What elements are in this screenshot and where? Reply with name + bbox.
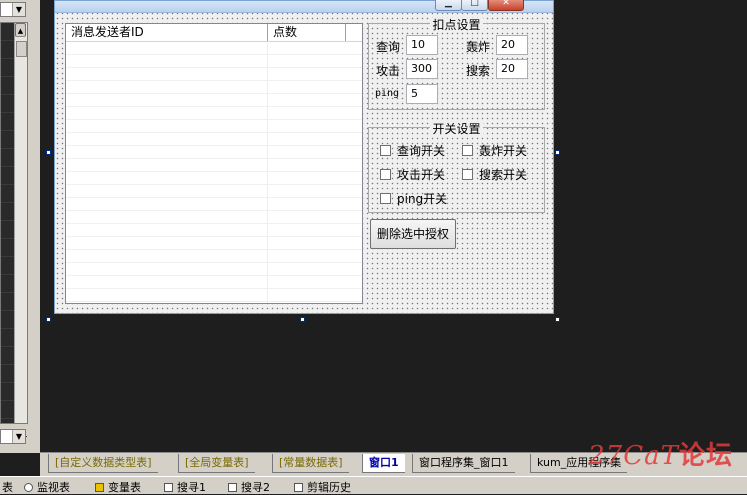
search-icon	[164, 482, 173, 492]
group-title: 扣点设置	[430, 18, 483, 32]
query-switch-checkbox[interactable]: 查询开关	[380, 142, 445, 159]
list-scrollbar[interactable]: ▲	[14, 23, 27, 423]
authorization-listview[interactable]: 消息发送者ID 点数	[65, 23, 363, 304]
resize-handle[interactable]	[46, 317, 51, 322]
resize-handle[interactable]	[300, 317, 305, 322]
checkbox-label: 攻击开关	[397, 168, 446, 182]
search-label: 搜索	[466, 64, 491, 78]
column-header-sender-id[interactable]: 消息发送者ID	[66, 24, 268, 41]
group-title: 开关设置	[430, 122, 483, 136]
watermark-logo: 27CaT论坛	[588, 441, 733, 471]
bomb-cost-input[interactable]: 20	[496, 35, 528, 55]
column-header-points[interactable]: 点数	[268, 24, 346, 41]
listview-body	[66, 42, 362, 303]
checkbox-label: 轰炸开关	[479, 144, 528, 158]
scroll-up-icon[interactable]: ▲	[15, 23, 26, 37]
tab-custom-types[interactable]: [自定义数据类型表]	[48, 454, 158, 473]
resize-handle[interactable]	[555, 317, 560, 322]
resize-handle[interactable]	[46, 150, 51, 155]
bomb-label: 轰炸	[466, 40, 491, 54]
checkbox-icon	[462, 145, 473, 156]
checkbox-icon	[380, 145, 391, 156]
scroll-thumb[interactable]	[16, 41, 27, 57]
query-label: 查询	[376, 40, 401, 54]
checkbox-icon	[380, 169, 391, 180]
tab-constants[interactable]: [常量数据表]	[272, 454, 349, 473]
search-switch-checkbox[interactable]: 搜索开关	[462, 166, 527, 183]
checkbox-label: ping开关	[397, 192, 448, 206]
ping-switch-checkbox[interactable]: ping开关	[380, 190, 447, 207]
attack-switch-checkbox[interactable]: 攻击开关	[380, 166, 445, 183]
left-tool-panel: ▼ ▲ ▼	[0, 0, 40, 453]
watch-icon	[24, 482, 33, 492]
ping-label: ping	[375, 88, 400, 99]
deduct-settings-group: 扣点设置 查询 10 轰炸 20 攻击 300 搜索 20 ping 5	[368, 18, 545, 110]
search-icon	[228, 482, 237, 492]
design-window[interactable]: ▁ □ ✕ 消息发送者ID 点数 扣点设置 查询 10 轰炸 20 攻击 300…	[54, 0, 554, 314]
switch-settings-group: 开关设置 查询开关 轰炸开关 攻击开关 搜索开关 ping开关	[368, 122, 545, 213]
checkbox-label: 查询开关	[397, 144, 446, 158]
attack-cost-input[interactable]: 300	[406, 59, 438, 79]
listview-header: 消息发送者ID 点数	[66, 24, 362, 42]
top-dropdown[interactable]: ▼	[0, 2, 26, 17]
chevron-down-icon: ▼	[12, 3, 25, 16]
tab-window1[interactable]: 窗口1	[362, 454, 405, 473]
checkbox-icon	[462, 169, 473, 180]
close-button[interactable]: ✕	[488, 0, 524, 11]
tab-window1-program-set[interactable]: 窗口程序集_窗口1	[412, 454, 515, 473]
bomb-switch-checkbox[interactable]: 轰炸开关	[462, 142, 527, 159]
tab-global-vars[interactable]: [全局变量表]	[178, 454, 255, 473]
search-cost-input[interactable]: 20	[496, 59, 528, 79]
minimize-button[interactable]: ▁	[435, 0, 462, 11]
window-titlebar: ▁ □ ✕	[55, 0, 553, 13]
checkbox-icon	[380, 193, 391, 204]
chevron-down-icon: ▼	[12, 430, 25, 443]
checkbox-label: 搜索开关	[479, 168, 528, 182]
maximize-button[interactable]: □	[461, 0, 488, 11]
variables-icon	[95, 482, 104, 492]
bottom-dropdown[interactable]: ▼	[0, 429, 26, 444]
delete-selected-button[interactable]: 删除选中授权	[370, 219, 456, 249]
ping-cost-input[interactable]: 5	[406, 84, 438, 104]
attack-label: 攻击	[376, 64, 401, 78]
query-cost-input[interactable]: 10	[406, 35, 438, 55]
resize-handle[interactable]	[555, 150, 560, 155]
component-list[interactable]: ▲	[0, 22, 28, 437]
clipboard-icon	[294, 482, 303, 492]
bottom-status-bar: 表 监视表 变量表 搜寻1 搜寻2 剪辑历史	[0, 476, 747, 494]
